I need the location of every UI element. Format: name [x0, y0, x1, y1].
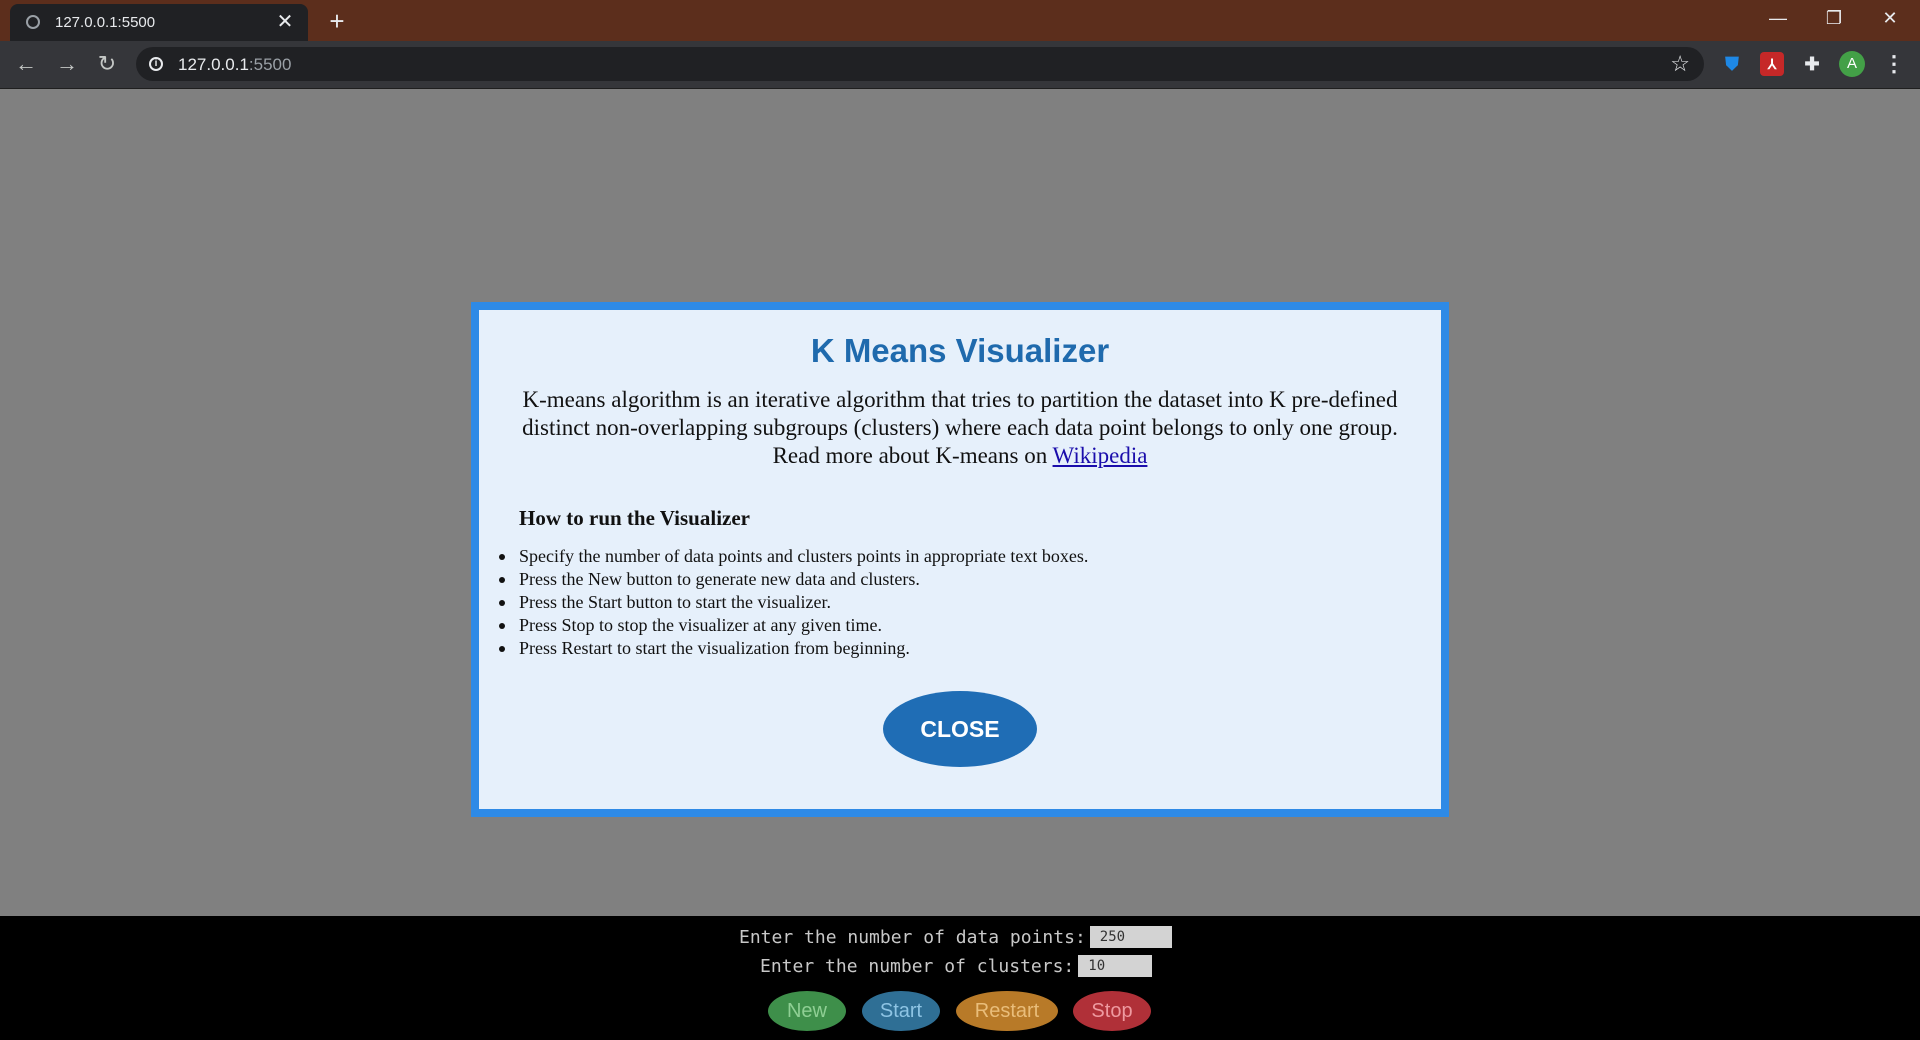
control-panel: Enter the number of data points: 250 Ente…	[0, 916, 1920, 1040]
list-item: Press Restart to start the visualization…	[499, 637, 1441, 660]
profile-avatar[interactable]: A	[1839, 51, 1865, 77]
info-icon[interactable]: i	[149, 57, 163, 71]
shield-extension-icon[interactable]: ⛊	[1720, 52, 1744, 76]
minimize-icon[interactable]: —	[1750, 0, 1806, 36]
puzzle-extensions-icon[interactable]: ✚	[1800, 52, 1824, 76]
page-overlay: K Means Visualizer K-means algorithm is …	[0, 89, 1920, 916]
restore-icon[interactable]: ❐	[1806, 0, 1862, 36]
modal-title: K Means Visualizer	[810, 332, 1110, 369]
description-text: K-means algorithm is an iterative algori…	[522, 387, 1398, 468]
instructions-list: Specify the number of data points and cl…	[479, 545, 1441, 660]
close-button[interactable]: CLOSE	[883, 691, 1037, 767]
restart-button[interactable]: Restart	[956, 991, 1058, 1031]
clusters-label: Enter the number of clusters:	[760, 956, 1075, 977]
start-button[interactable]: Start	[862, 991, 940, 1031]
browser-toolbar: ← → ↻ i 127.0.0.1:5500 ☆ ⛊ ⅄ ✚ A ⋮	[0, 41, 1920, 89]
howto-heading: How to run the Visualizer	[519, 506, 750, 530]
intro-modal: K Means Visualizer K-means algorithm is …	[471, 302, 1449, 817]
browser-tab[interactable]: 127.0.0.1:5500 ✕	[10, 4, 308, 41]
reload-icon[interactable]: ↻	[93, 50, 121, 78]
close-tab-icon[interactable]: ✕	[274, 11, 296, 33]
address-bar[interactable]: i 127.0.0.1:5500 ☆	[136, 47, 1704, 81]
new-tab-button[interactable]: +	[324, 8, 350, 34]
list-item: Press Stop to stop the visualizer at any…	[499, 614, 1441, 637]
url-text[interactable]: 127.0.0.1:5500	[178, 55, 291, 75]
globe-icon	[26, 15, 40, 29]
list-item: Press the Start button to start the visu…	[499, 591, 1441, 614]
back-arrow-icon[interactable]: ←	[12, 50, 40, 78]
forward-arrow-icon[interactable]: →	[53, 50, 81, 78]
clusters-input[interactable]: 10	[1078, 955, 1153, 977]
clusters-row: Enter the number of clusters: 10	[760, 955, 1153, 979]
data-points-label: Enter the number of data points:	[739, 927, 1086, 948]
list-item: Press the New button to generate new dat…	[499, 568, 1441, 591]
wikipedia-link[interactable]: Wikipedia	[1053, 443, 1148, 468]
pdf-extension-icon[interactable]: ⅄	[1760, 52, 1784, 76]
browser-menu-icon[interactable]: ⋮	[1883, 51, 1905, 77]
data-points-input[interactable]: 250	[1089, 926, 1172, 948]
window-close-icon[interactable]: ✕	[1862, 0, 1918, 36]
modal-description: K-means algorithm is an iterative algori…	[519, 386, 1401, 470]
new-button[interactable]: New	[768, 991, 846, 1031]
bookmark-star-icon[interactable]: ☆	[1670, 51, 1690, 77]
list-item: Specify the number of data points and cl…	[499, 545, 1441, 568]
browser-tab-bar: 127.0.0.1:5500 ✕ + — ❐ ✕	[0, 0, 1920, 41]
tab-title: 127.0.0.1:5500	[55, 14, 156, 31]
stop-button[interactable]: Stop	[1073, 991, 1151, 1031]
data-points-row: Enter the number of data points: 250	[739, 926, 1172, 950]
